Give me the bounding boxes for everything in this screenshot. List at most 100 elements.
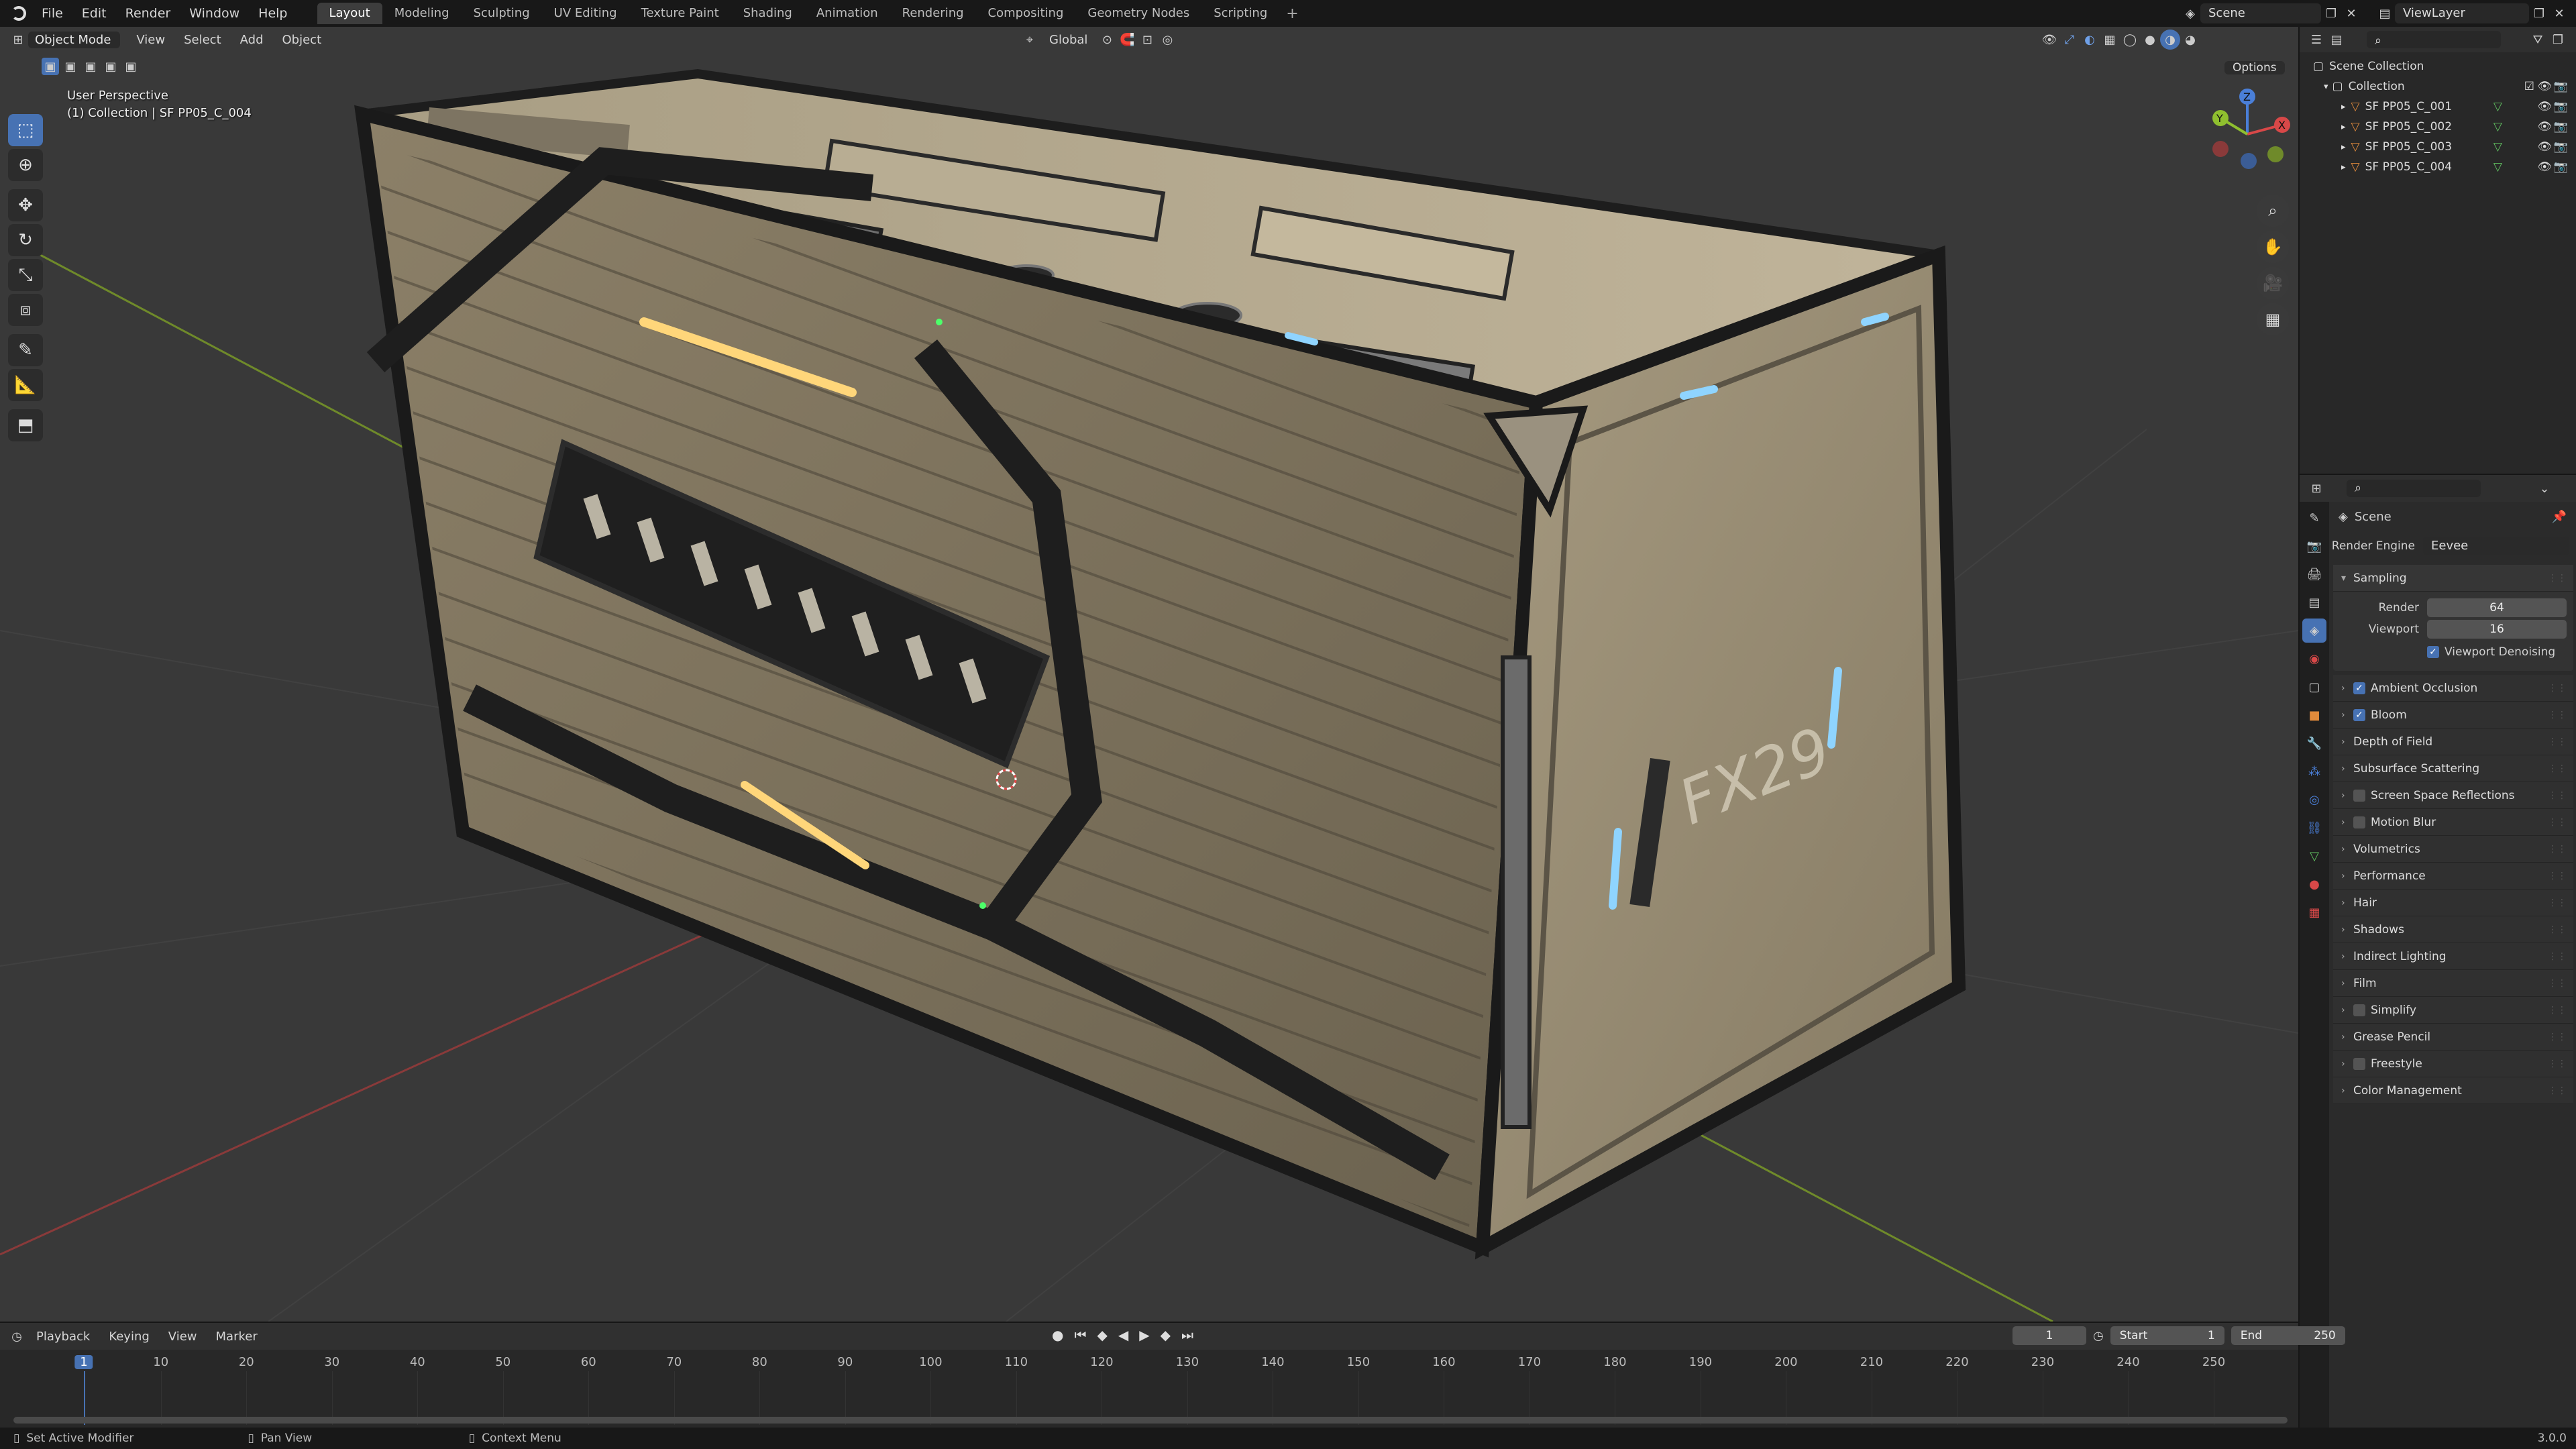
texture-tab-icon[interactable]: ▦ (2302, 900, 2326, 924)
tab-sculpting[interactable]: Sculpting (462, 3, 542, 24)
gizmo-toggle-icon[interactable]: ⤢ (2059, 30, 2080, 50)
object-render-icon[interactable]: 📷 (2554, 100, 2568, 113)
panel-enable-checkbox[interactable]: ✓ (2353, 708, 2365, 721)
tab-shading[interactable]: Shading (731, 3, 804, 24)
constraints-tab-icon[interactable]: ⛓ (2302, 816, 2326, 840)
material-shading-icon[interactable]: ◑ (2160, 30, 2180, 50)
tab-scripting[interactable]: Scripting (1201, 3, 1279, 24)
viewlayer-name-field[interactable]: ViewLayer (2395, 3, 2529, 23)
panel-indirect-lighting[interactable]: › Indirect Lighting ⋮⋮ (2333, 943, 2573, 970)
drag-grip-icon[interactable]: ⋮⋮ (2548, 1005, 2567, 1016)
select-intersect-icon[interactable]: ▣ (122, 58, 140, 75)
select-new-icon[interactable]: ▣ (42, 58, 59, 75)
panel-simplify[interactable]: › Simplify ⋮⋮ (2333, 997, 2573, 1024)
camera-view-icon[interactable]: 🎥 (2257, 267, 2289, 299)
object-render-icon[interactable]: 📷 (2554, 120, 2568, 133)
object-expand-icon[interactable]: ▸ (2341, 122, 2346, 132)
navigation-gizmo[interactable]: Z X Y (2200, 87, 2294, 181)
ortho-grid-icon[interactable]: ▦ (2257, 303, 2289, 335)
display-mode-icon[interactable]: ▤ (2326, 30, 2347, 50)
panel-color-management[interactable]: › Color Management ⋮⋮ (2333, 1077, 2573, 1104)
panel-shadows[interactable]: › Shadows ⋮⋮ (2333, 916, 2573, 943)
panel-performance[interactable]: › Performance ⋮⋮ (2333, 863, 2573, 890)
annotate-tool-icon[interactable]: ✎ (8, 334, 43, 366)
select-box-tool-icon[interactable]: ⬚ (8, 114, 43, 146)
drag-grip-icon[interactable]: ⋮⋮ (2548, 978, 2567, 989)
scene-tab-icon[interactable]: ◈ (2302, 619, 2326, 643)
viewport-samples-field[interactable]: 16 (2427, 620, 2567, 639)
new-collection-icon[interactable]: ❐ (2548, 30, 2568, 50)
outliner-row-object[interactable]: ▸ ▽ SF PP05_C_001 ▽ 👁 📷 (2300, 97, 2576, 117)
panel-grease-pencil[interactable]: › Grease Pencil ⋮⋮ (2333, 1024, 2573, 1051)
zoom-icon[interactable]: ⌕ (2257, 195, 2289, 227)
outliner-search-input[interactable]: ⌕ (2367, 31, 2501, 48)
new-viewlayer-icon[interactable]: ❐ (2529, 3, 2549, 23)
panel-bloom[interactable]: › ✓ Bloom ⋮⋮ (2333, 702, 2573, 729)
mesh-data-icon[interactable]: ▽ (2493, 120, 2502, 133)
new-scene-icon[interactable]: ❐ (2321, 3, 2341, 23)
properties-options-icon[interactable]: ⌄ (2534, 478, 2555, 498)
snap-icon[interactable]: 🧲 (1117, 30, 1137, 50)
scale-tool-icon[interactable]: ⤡ (8, 259, 43, 291)
menu-edit[interactable]: Edit (72, 0, 116, 27)
render-samples-field[interactable]: 64 (2427, 598, 2567, 617)
menu-file[interactable]: File (32, 0, 72, 27)
panel-enable-checkbox[interactable] (2353, 1004, 2365, 1016)
object-render-icon[interactable]: 📷 (2554, 160, 2568, 174)
drag-grip-icon[interactable]: ⋮⋮ (2548, 844, 2567, 855)
data-tab-icon[interactable]: ▽ (2302, 844, 2326, 868)
properties-editor-icon[interactable]: ⊞ (2306, 478, 2326, 498)
object-render-icon[interactable]: 📷 (2554, 140, 2568, 154)
outliner-row-object[interactable]: ▸ ▽ SF PP05_C_002 ▽ 👁 📷 (2300, 117, 2576, 137)
outliner-row-object[interactable]: ▸ ▽ SF PP05_C_003 ▽ 👁 📷 (2300, 137, 2576, 157)
select-extend-icon[interactable]: ▣ (62, 58, 79, 75)
pivot-icon[interactable]: ⊙ (1097, 30, 1117, 50)
viewport-menu-select[interactable]: Select (174, 33, 231, 47)
menu-render[interactable]: Render (116, 0, 180, 27)
blender-logo-icon[interactable] (5, 0, 32, 27)
tab-animation[interactable]: Animation (804, 3, 890, 24)
tab-uv-editing[interactable]: UV Editing (542, 3, 629, 24)
snap-target-icon[interactable]: ⊡ (1137, 30, 1157, 50)
drag-grip-icon[interactable]: ⋮⋮ (2548, 1032, 2567, 1042)
panel-hair[interactable]: › Hair ⋮⋮ (2333, 890, 2573, 916)
delete-viewlayer-icon[interactable]: ✕ (2549, 3, 2569, 23)
rendered-shading-icon[interactable]: ◕ (2180, 30, 2200, 50)
object-visibility-icon[interactable]: 👁 (2537, 160, 2552, 174)
collection-expand-icon[interactable]: ▾ (2324, 82, 2328, 92)
transform-tool-icon[interactable]: ⧈ (8, 294, 43, 326)
tool-tab-icon[interactable]: ✎ (2302, 506, 2326, 530)
object-expand-icon[interactable]: ▸ (2341, 102, 2346, 112)
drag-grip-icon[interactable]: ⋮⋮ (2548, 951, 2567, 962)
mesh-data-icon[interactable]: ▽ (2493, 100, 2502, 113)
viewport-options-button[interactable]: Options (2224, 61, 2285, 74)
drag-grip-icon[interactable]: ⋮⋮ (2548, 790, 2567, 801)
panel-enable-checkbox[interactable] (2353, 789, 2365, 802)
drag-grip-icon[interactable]: ⋮⋮ (2548, 710, 2567, 720)
drag-grip-icon[interactable]: ⋮⋮ (2548, 871, 2567, 881)
drag-grip-icon[interactable]: ⋮⋮ (2548, 1059, 2567, 1069)
viewport-menu-add[interactable]: Add (231, 33, 273, 47)
drag-grip-icon[interactable]: ⋮⋮ (2548, 924, 2567, 935)
object-expand-icon[interactable]: ▸ (2341, 142, 2346, 152)
menu-help[interactable]: Help (249, 0, 297, 27)
panel-film[interactable]: › Film ⋮⋮ (2333, 970, 2573, 997)
add-workspace-button[interactable]: + (1279, 5, 1305, 22)
menu-window[interactable]: Window (180, 0, 249, 27)
xray-toggle-icon[interactable]: ▦ (2100, 30, 2120, 50)
outliner-row-scene-collection[interactable]: ▢ Scene Collection (2300, 56, 2576, 76)
particles-tab-icon[interactable]: ⁂ (2302, 759, 2326, 784)
tab-compositing[interactable]: Compositing (976, 3, 1076, 24)
timeline-scrollbar[interactable] (13, 1417, 2288, 1424)
render-engine-select[interactable]: Eevee (2423, 537, 2569, 555)
drag-grip-icon[interactable]: ⋮⋮ (2548, 737, 2567, 747)
drag-grip-icon[interactable]: ⋮⋮ (2548, 683, 2567, 694)
panel-freestyle[interactable]: › Freestyle ⋮⋮ (2333, 1051, 2573, 1077)
visibility-icon[interactable]: 👁 (2039, 30, 2059, 50)
object-mode-select[interactable]: Object Mode (28, 31, 121, 48)
pin-icon[interactable]: 📌 (2552, 510, 2567, 524)
solid-shading-icon[interactable]: ● (2140, 30, 2160, 50)
viewport-denoising-checkbox[interactable]: ✓ (2427, 646, 2439, 658)
collection-tab-icon[interactable]: ▢ (2302, 675, 2326, 699)
collection-render-icon[interactable]: 📷 (2554, 80, 2568, 93)
